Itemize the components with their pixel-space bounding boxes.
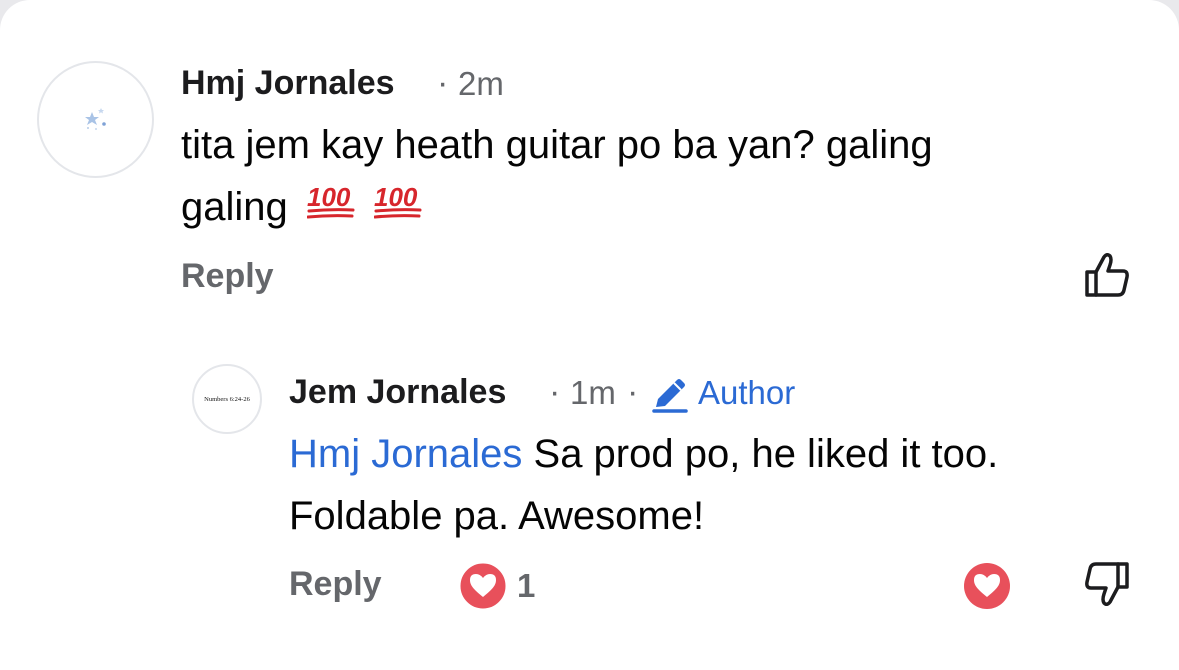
author-badge: Author: [698, 374, 796, 411]
comment-text-line-2-wrap: galing 100 100: [181, 176, 1141, 240]
pencil-icon: [652, 379, 688, 413]
comment-reply-button[interactable]: Reply: [181, 257, 274, 296]
reply-timestamp[interactable]: 1m: [570, 374, 616, 412]
comment-text: tita jem kay heath guitar po ba yan? gal…: [181, 114, 1141, 240]
comment-text-line-1: tita jem kay heath guitar po ba yan? gal…: [181, 123, 933, 167]
svg-text:100: 100: [374, 182, 418, 212]
stars-avatar-icon: [84, 107, 106, 130]
reaction-count[interactable]: 1: [517, 567, 535, 605]
heart-reaction-icon[interactable]: [458, 561, 508, 611]
author-avatar-text: Numbers 6:24-26: [204, 395, 250, 403]
mention-link[interactable]: Hmj Jornales: [289, 432, 522, 476]
reply-text-line-1: Sa prod po, he liked it too.: [522, 432, 999, 476]
comment-text-line-2: galing: [181, 185, 288, 229]
reply-reply-button[interactable]: Reply: [289, 565, 382, 604]
commenter-avatar[interactable]: [37, 61, 154, 178]
comments-panel: Hmj Jornales · 2m tita jem kay heath gui…: [0, 0, 1179, 670]
commenter-name[interactable]: Hmj Jornales: [181, 64, 395, 103]
heart-react-button-icon[interactable]: [962, 561, 1012, 611]
reply-text: Hmj Jornales Sa prod po, he liked it too…: [289, 423, 1149, 547]
reply-author-name[interactable]: Jem Jornales: [289, 373, 506, 412]
hundred-points-emoji: 100: [373, 178, 422, 240]
reply-text-line-1-wrap: Hmj Jornales Sa prod po, he liked it too…: [289, 423, 1149, 485]
comment-separator: ·: [437, 64, 449, 102]
thumbs-down-icon[interactable]: [1082, 558, 1132, 608]
author-avatar[interactable]: Numbers 6:24-26: [192, 364, 262, 434]
reply-separator-2: ·: [627, 373, 639, 411]
reply-separator-1: ·: [549, 373, 561, 411]
hundred-points-emoji: 100: [306, 178, 355, 240]
svg-text:100: 100: [307, 182, 351, 212]
comment-timestamp[interactable]: 2m: [458, 65, 504, 103]
reply-text-line-2: Foldable pa. Awesome!: [289, 494, 705, 538]
thumbs-up-icon[interactable]: [1082, 251, 1132, 299]
